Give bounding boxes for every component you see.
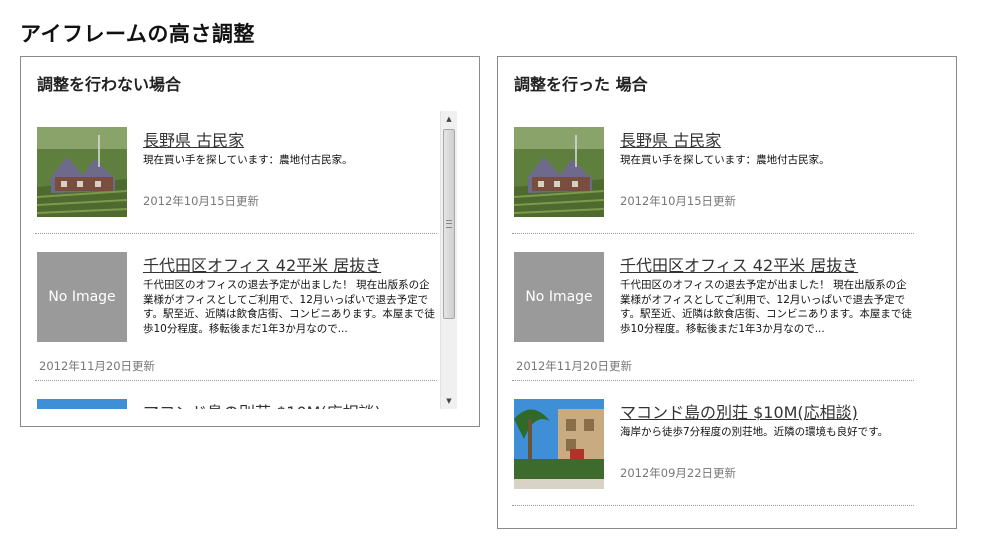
farmhouse-thumbnail[interactable]: [37, 127, 127, 217]
entry-title-link[interactable]: 千代田区オフィス 42平米 居抜き: [620, 252, 858, 276]
panel-heading: 調整を行わない場合: [37, 75, 182, 94]
no-image-thumbnail[interactable]: No Image: [37, 252, 127, 342]
grip-icon: [446, 220, 452, 228]
list-item: マコンド島の別荘 $10M(応相談) 海岸から徒歩7分程度の別荘地。近隣の環境も…: [35, 381, 437, 409]
list-item: No Image 千代田区オフィス 42平米 居抜き 千代田区のオフィスの退去予…: [35, 234, 437, 381]
iframe-adjusted[interactable]: 長野県 古民家 現在買い手を探しています：農地付古民家。 2012年10月15日…: [512, 109, 936, 509]
villa-thumbnail[interactable]: [37, 399, 127, 409]
list-item: 長野県 古民家 現在買い手を探しています：農地付古民家。 2012年10月15日…: [35, 109, 437, 234]
entry-description: 千代田区のオフィスの退去予定が出ました！ 現在出版系の企業様がオフィスとしてご利…: [620, 279, 912, 335]
scrollbar-thumb[interactable]: [443, 129, 455, 319]
entry-title-link[interactable]: 千代田区オフィス 42平米 居抜き: [143, 252, 381, 276]
iframe-unadjusted[interactable]: 長野県 古民家 現在買い手を探しています：農地付古民家。 2012年10月15日…: [35, 109, 459, 409]
entry-title-link[interactable]: 長野県 古民家: [143, 127, 244, 151]
list-item: No Image 千代田区オフィス 42平米 居抜き 千代田区のオフィスの退去予…: [512, 234, 914, 381]
page-title: アイフレームの高さ調整: [20, 22, 255, 46]
panel-adjusted: 調整を行った 場合 長野県 古民家 現在買い手を探しています：農地付古民家。 2…: [497, 56, 957, 529]
no-image-thumbnail[interactable]: No Image: [514, 252, 604, 342]
entry-date: 2012年11月20日更新: [39, 359, 156, 373]
entry-title-link[interactable]: マコンド島の別荘 $10M(応相談): [143, 399, 381, 409]
panel-unadjusted: 調整を行わない場合 長野県 古民家 現在買い手を探しています：農地付古民家。 2…: [20, 56, 480, 427]
entry-date: 2012年11月20日更新: [516, 359, 633, 373]
vertical-scrollbar[interactable]: ▲ ▼: [440, 111, 457, 409]
entry-description: 海岸から徒歩7分程度の別荘地。近隣の環境も良好です。: [620, 426, 889, 438]
scroll-down-icon[interactable]: ▼: [441, 393, 457, 409]
panel-heading: 調整を行った 場合: [514, 75, 648, 94]
list-item: マコンド島の別荘 $10M(応相談) 海岸から徒歩7分程度の別荘地。近隣の環境も…: [512, 381, 914, 506]
list-item: 長野県 古民家 現在買い手を探しています：農地付古民家。 2012年10月15日…: [512, 109, 914, 234]
entry-date: 2012年10月15日更新: [620, 194, 737, 208]
entry-title-link[interactable]: マコンド島の別荘 $10M(応相談): [620, 399, 858, 423]
entry-title-link[interactable]: 長野県 古民家: [620, 127, 721, 151]
entry-date: 2012年10月15日更新: [143, 194, 260, 208]
entry-description: 千代田区のオフィスの退去予定が出ました！ 現在出版系の企業様がオフィスとしてご利…: [143, 279, 435, 335]
entry-date: 2012年09月22日更新: [620, 466, 737, 480]
entry-description: 現在買い手を探しています：農地付古民家。: [143, 154, 353, 166]
villa-thumbnail[interactable]: [514, 399, 604, 489]
entry-description: 現在買い手を探しています：農地付古民家。: [620, 154, 830, 166]
scroll-up-icon[interactable]: ▲: [441, 111, 457, 127]
farmhouse-thumbnail[interactable]: [514, 127, 604, 217]
